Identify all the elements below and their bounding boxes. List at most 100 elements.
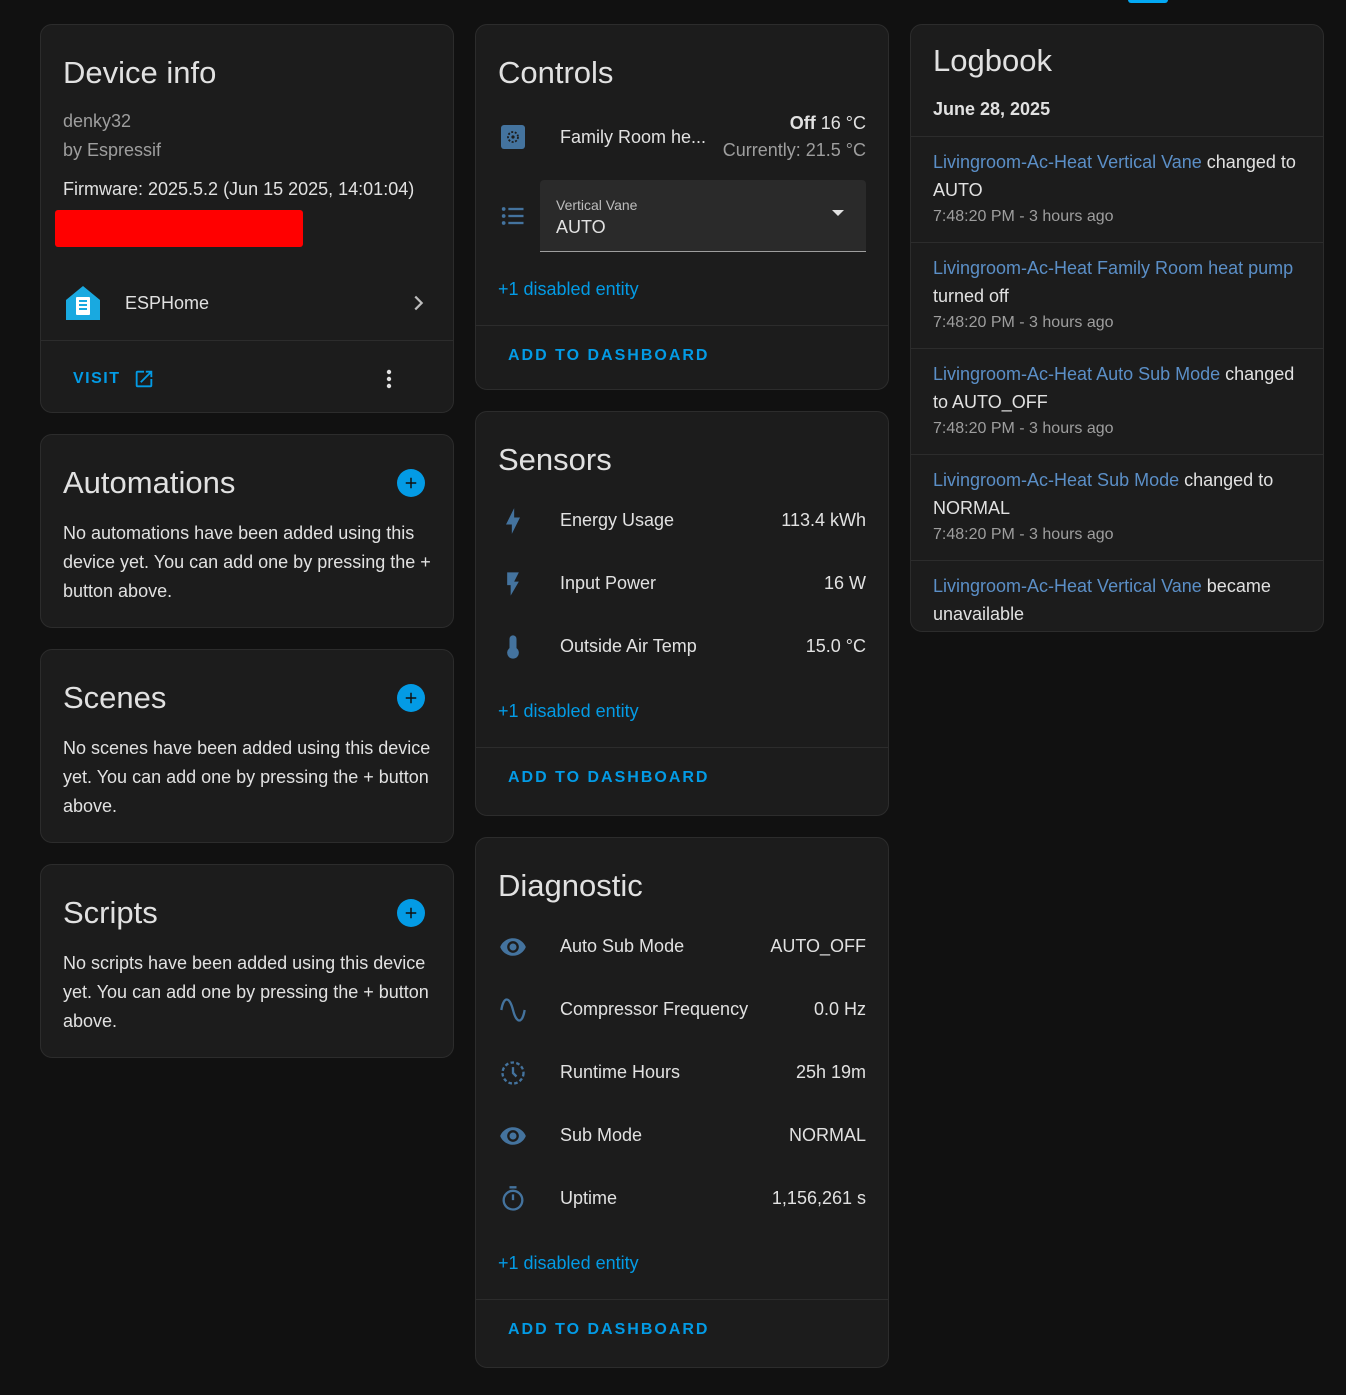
sensors-card: Sensors Energy Usage 113.4 kWh Input Pow… (475, 411, 889, 816)
plus-icon (405, 692, 417, 704)
climate-mode: Off (789, 113, 816, 133)
controls-card: Controls Family Room he... Off 16 °C Cur… (475, 24, 889, 390)
vertical-vane-row: Vertical Vane AUTO (476, 179, 888, 253)
timer-icon (498, 1184, 528, 1214)
sensor-name: Energy Usage (560, 510, 675, 530)
climate-target: 16 °C (820, 113, 866, 133)
visit-label: VISIT (73, 369, 121, 387)
more-vert-icon[interactable] (377, 367, 401, 391)
diagnostic-state: 0.0 Hz (813, 999, 866, 1019)
card-title: Sensors (498, 442, 612, 477)
sensors-add-to-dashboard-button[interactable]: ADD TO DASHBOARD (476, 747, 888, 808)
top-tab-indicator (1128, 0, 1168, 3)
diagnostic-name: Auto Sub Mode (560, 936, 685, 956)
device-actions: VISIT (41, 340, 453, 412)
climate-state: Off 16 °C Currently: 21.5 °C (710, 110, 866, 164)
diagnostic-card: Diagnostic Auto Sub Mode AUTO_OFF Compre… (475, 837, 889, 1368)
controls-disabled-link[interactable]: +1 disabled entity (476, 267, 888, 311)
middle-column: Controls Family Room he... Off 16 °C Cur… (475, 24, 889, 1389)
sine-wave-icon (498, 995, 528, 1025)
add-script-button[interactable] (397, 899, 425, 927)
select-value: AUTO (556, 217, 606, 237)
diagnostic-state: AUTO_OFF (770, 936, 866, 956)
logbook-entity-link[interactable]: Livingroom-Ac-Heat Sub Mode (933, 470, 1179, 490)
card-title: Logbook (933, 43, 1052, 78)
thermometer-icon (498, 632, 528, 662)
diagnostic-row-uptime[interactable]: Uptime 1,156,261 s (476, 1167, 888, 1230)
diagnostic-row-sub-mode[interactable]: Sub Mode NORMAL (476, 1104, 888, 1167)
visit-button[interactable]: VISIT (73, 368, 155, 390)
add-automation-button[interactable] (397, 469, 425, 497)
card-title: Diagnostic (498, 868, 643, 903)
right-column: Logbook June 28, 2025 Livingroom-Ac-Heat… (910, 24, 1324, 653)
history-icon (498, 1058, 528, 1088)
device-firmware: Firmware: 2025.5.2 (Jun 15 2025, 14:01:0… (63, 179, 415, 199)
diagnostic-name: Sub Mode (560, 1125, 643, 1145)
sensor-name: Input Power (560, 573, 657, 593)
card-title: Scripts (63, 895, 158, 930)
add-scene-button[interactable] (397, 684, 425, 712)
diagnostic-row-compressor-frequency[interactable]: Compressor Frequency 0.0 Hz (476, 978, 888, 1041)
logbook-entity-link[interactable]: Livingroom-Ac-Heat Auto Sub Mode (933, 364, 1220, 384)
climate-name: Family Room he... (560, 126, 707, 147)
card-title: Automations (63, 465, 236, 500)
lightning-bolt-icon (498, 506, 528, 536)
select-label: Vertical Vane (556, 197, 638, 213)
sensor-row-input-power[interactable]: Input Power 16 W (476, 552, 888, 615)
format-list-bulleted-icon (498, 201, 528, 231)
logbook-entity-link[interactable]: Livingroom-Ac-Heat Family Room heat pump (933, 258, 1293, 278)
card-title: Scenes (63, 680, 167, 715)
integration-label: ESPHome (125, 292, 210, 313)
diagnostic-disabled-link[interactable]: +1 disabled entity (476, 1241, 888, 1285)
snowflake-thermostat-icon (498, 122, 528, 152)
diagnostic-name: Uptime (560, 1188, 618, 1208)
diagnostic-state: 25h 19m (795, 1062, 866, 1082)
automations-card: Automations No automations have been add… (40, 434, 454, 628)
sensor-row-outside-air-temp[interactable]: Outside Air Temp 15.0 °C (476, 615, 888, 678)
logbook-entity-link[interactable]: Livingroom-Ac-Heat Vertical Vane (933, 152, 1202, 172)
logbook-time: 7:48:20 PM - 3 hours ago (933, 208, 1114, 225)
logbook-entity-link[interactable]: Livingroom-Ac-Heat Vertical Vane (933, 576, 1202, 596)
sensor-state: 113.4 kWh (781, 510, 866, 530)
diagnostic-state: NORMAL (788, 1125, 866, 1145)
climate-current: Currently: 21.5 °C (722, 140, 866, 160)
dropdown-caret-icon (832, 210, 844, 216)
scripts-card: Scripts No scripts have been added using… (40, 864, 454, 1058)
plus-icon (405, 907, 417, 919)
logbook-time: 7:48:20 PM - 3 hours ago (933, 314, 1114, 331)
redacted-block (55, 210, 303, 247)
scripts-empty-text: No scripts have been added using this de… (63, 953, 429, 1031)
eye-icon (498, 1121, 528, 1151)
device-model: denky32 (63, 111, 132, 131)
diagnostic-row-auto-sub-mode[interactable]: Auto Sub Mode AUTO_OFF (476, 915, 888, 978)
plus-icon (405, 477, 417, 489)
scenes-card: Scenes No scenes have been added using t… (40, 649, 454, 843)
automations-empty-text: No automations have been added using thi… (63, 523, 431, 601)
open-in-new-icon (135, 370, 152, 387)
controls-add-to-dashboard-button[interactable]: ADD TO DASHBOARD (476, 325, 888, 386)
diagnostic-state: 1,156,261 s (771, 1188, 866, 1208)
left-column: Device info denky32 by Espressif Firmwar… (40, 24, 454, 1079)
logbook-entry: Livingroom-Ac-Heat Vertical Vane changed… (911, 136, 1323, 242)
device-info-card: Device info denky32 by Espressif Firmwar… (40, 24, 454, 413)
device-manufacturer: by Espressif (63, 140, 162, 160)
logbook-entry: Livingroom-Ac-Heat Auto Sub Mode changed… (911, 348, 1323, 454)
logbook-entry: Livingroom-Ac-Heat Vertical Vane became … (911, 560, 1323, 631)
logbook-message: turned off (933, 286, 1009, 306)
flash-icon (498, 569, 528, 599)
card-title: Controls (498, 55, 614, 90)
logbook-entry: Livingroom-Ac-Heat Sub Mode changed to N… (911, 454, 1323, 560)
scenes-empty-text: No scenes have been added using this dev… (63, 738, 431, 816)
sensor-row-energy-usage[interactable]: Energy Usage 113.4 kWh (476, 489, 888, 552)
vertical-vane-select[interactable]: Vertical Vane AUTO (540, 180, 866, 252)
sensors-disabled-link[interactable]: +1 disabled entity (476, 689, 888, 733)
diagnostic-name: Runtime Hours (560, 1062, 681, 1082)
integration-esphome-row[interactable]: ESPHome (41, 268, 453, 338)
sensor-name: Outside Air Temp (560, 636, 697, 656)
sensor-state: 16 W (823, 573, 866, 593)
logbook-time: 7:48:20 PM - 3 hours ago (933, 526, 1114, 543)
diagnostic-add-to-dashboard-button[interactable]: ADD TO DASHBOARD (476, 1299, 888, 1360)
climate-entity-row[interactable]: Family Room he... Off 16 °C Currently: 2… (476, 95, 888, 179)
card-title: Device info (63, 55, 217, 90)
diagnostic-row-runtime-hours[interactable]: Runtime Hours 25h 19m (476, 1041, 888, 1104)
